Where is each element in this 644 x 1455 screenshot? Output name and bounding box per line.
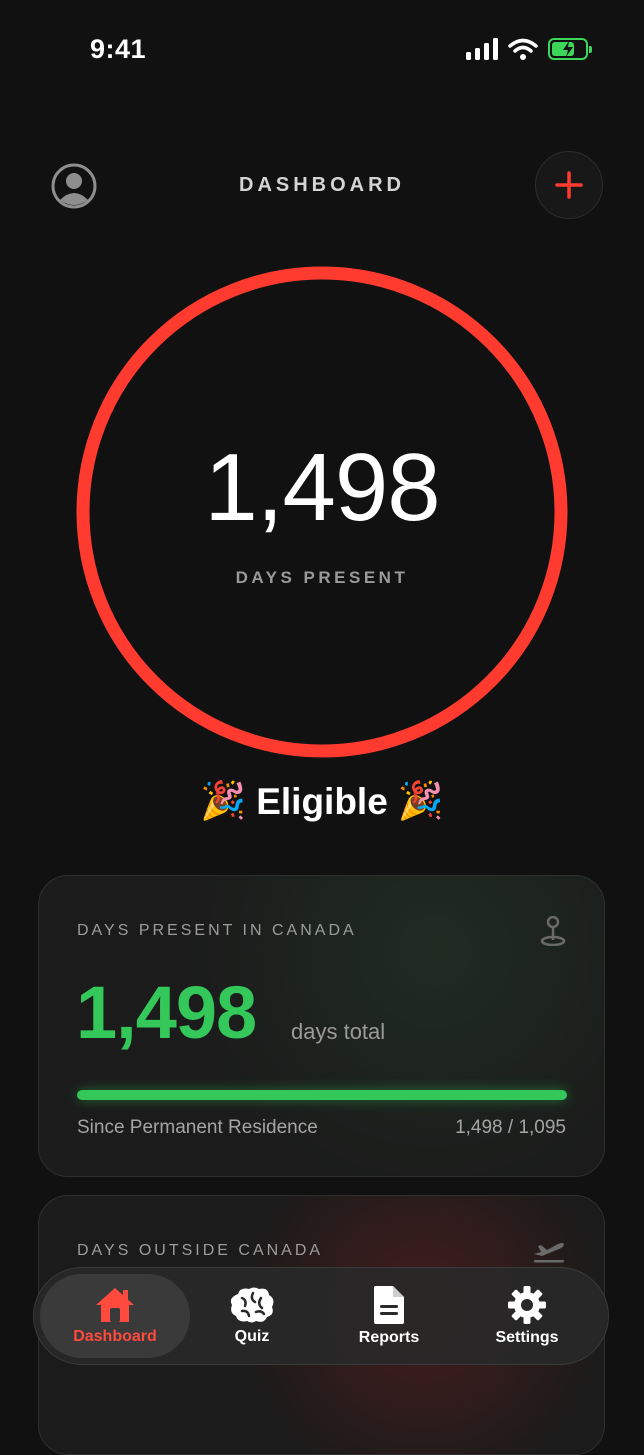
brain-icon [230, 1287, 274, 1323]
tab-settings[interactable]: Settings [452, 1274, 602, 1358]
days-present-card[interactable]: DAYS PRESENT IN CANADA 1,498 days total … [38, 875, 605, 1177]
party-popper-icon: 🎉 [397, 780, 444, 821]
home-icon [96, 1288, 134, 1322]
tab-quiz[interactable]: Quiz [177, 1274, 327, 1358]
status-bar: 9:41 [0, 0, 644, 100]
tab-label: Quiz [234, 1328, 270, 1345]
card-label: DAYS OUTSIDE CANADA [77, 1242, 324, 1259]
status-time: 9:41 [90, 34, 147, 64]
eligibility-text: Eligible [256, 780, 388, 822]
presence-progress-bar [77, 1090, 567, 1100]
wifi-icon [508, 38, 538, 60]
days-total-suffix: days total [291, 1019, 386, 1044]
document-icon [374, 1286, 404, 1324]
gear-icon [508, 1286, 546, 1324]
card-label: DAYS PRESENT IN CANADA [77, 922, 357, 939]
progress-ratio: 1,498 / 1,095 [455, 1117, 566, 1138]
days-present-value: 1,498 [76, 971, 257, 1054]
party-popper-icon: 🎉 [200, 780, 247, 821]
tab-label: Dashboard [73, 1328, 157, 1345]
status-icons [466, 38, 592, 60]
tab-label: Settings [495, 1329, 559, 1346]
days-present-label: DAYS PRESENT [235, 568, 409, 587]
add-button[interactable] [535, 151, 603, 219]
tab-bar: Dashboard Quiz Reports Settings [33, 1267, 609, 1365]
tab-dashboard[interactable]: Dashboard [40, 1274, 190, 1358]
plus-icon [555, 171, 583, 199]
tab-label: Reports [358, 1329, 420, 1346]
header: DASHBOARD [0, 150, 644, 222]
since-caption: Since Permanent Residence [77, 1117, 318, 1138]
eligibility-status: 🎉 Eligible 🎉 [0, 780, 644, 823]
airplane-departure-icon [534, 1243, 564, 1263]
days-present-count: 1,498 [204, 434, 440, 541]
cellular-signal-icon [466, 38, 498, 60]
battery-icon [548, 38, 592, 60]
progress-fill [77, 1090, 567, 1100]
location-pin-icon [540, 916, 566, 946]
tab-reports[interactable]: Reports [314, 1274, 464, 1358]
